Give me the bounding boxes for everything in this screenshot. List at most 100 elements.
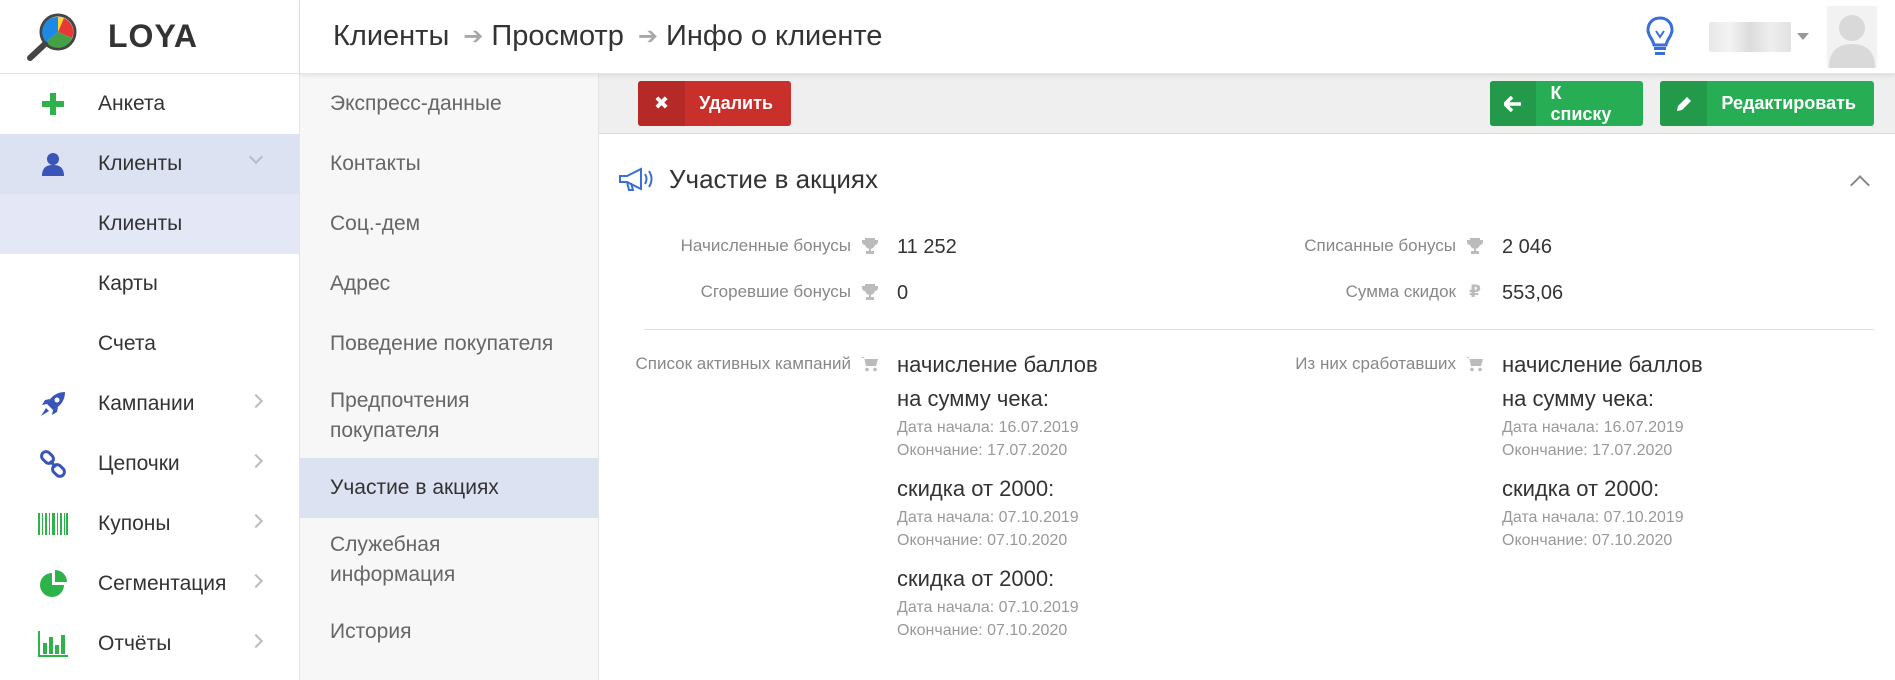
campaign-name: начисление баллов на сумму чека: xyxy=(1502,352,1703,411)
sidebar-item-questionnaire[interactable]: Анкета xyxy=(0,74,299,134)
sidebar-subitem-clients[interactable]: Клиенты xyxy=(0,194,299,254)
spent-bonuses-value: 2 046 xyxy=(1502,236,1553,258)
chevron-right-icon xyxy=(248,633,264,649)
breadcrumb-clients[interactable]: Клиенты xyxy=(333,20,449,53)
sidebar-item-segmentation[interactable]: Сегментация xyxy=(0,554,299,614)
chevron-down-icon[interactable] xyxy=(1797,33,1809,40)
burned-bonuses-value: 0 xyxy=(897,282,909,304)
section-buyer-behavior[interactable]: Поведение покупателя xyxy=(300,314,598,374)
spent-bonuses-label: Списанные бонусы xyxy=(1204,236,1484,256)
campaign-start-date: Дата начала: 16.07.2019 xyxy=(897,419,1079,436)
breadcrumb-client-info: Инфо о клиенте xyxy=(665,20,883,52)
main-content: ✖ Удалить К списку Редактировать Участие… xyxy=(599,74,1895,680)
list-item: начисление баллов на сумму чека: Дата на… xyxy=(897,348,1127,462)
chevron-right-icon xyxy=(248,513,264,529)
campaign-name: скидка от 2000: xyxy=(897,566,1055,591)
spent-bonuses-row: Списанные бонусы 2 046 xyxy=(1204,236,1552,259)
cart-icon xyxy=(861,355,879,373)
collapse-chevron-icon[interactable] xyxy=(1850,175,1870,195)
discount-sum-value: 553,06 xyxy=(1502,282,1564,304)
chain-icon xyxy=(38,449,68,479)
pencil-icon xyxy=(1660,81,1708,126)
megaphone-icon xyxy=(619,166,653,191)
campaign-start-date: Дата начала: 16.07.2019 xyxy=(1502,419,1684,436)
sidebar-subitem-accounts[interactable]: Счета xyxy=(0,314,299,374)
burned-bonuses-row: Сгоревшие бонусы 0 xyxy=(599,282,909,305)
sidebar-item-campaigns[interactable]: Кампании xyxy=(0,374,299,434)
brand-name: LOYA xyxy=(108,18,198,54)
section-express-data[interactable]: Экспресс-данные xyxy=(300,74,598,134)
section-contacts[interactable]: Контакты xyxy=(300,134,598,194)
accrued-bonuses-label: Начисленные бонусы xyxy=(599,236,879,256)
campaign-end-date: Окончание: 07.10.2020 xyxy=(897,532,1068,549)
campaign-start-date: Дата начала: 07.10.2019 xyxy=(1502,509,1684,526)
sidebar: Анкета Клиенты Клиенты Карты Счета Кампа… xyxy=(0,74,300,680)
section-history[interactable]: История xyxy=(300,602,598,662)
campaign-end-date: Окончание: 17.07.2020 xyxy=(897,442,1068,459)
sidebar-item-chains[interactable]: Цепочки xyxy=(0,434,299,494)
sidebar-item-label: Клиенты xyxy=(98,212,183,235)
list-item: скидка от 2000: Дата начала: 07.10.2019 … xyxy=(897,562,1127,642)
active-campaigns-list: начисление баллов на сумму чека: Дата на… xyxy=(897,348,1127,652)
chevron-right-icon xyxy=(248,393,264,409)
lightbulb-icon[interactable] xyxy=(1645,15,1675,59)
chevron-right-icon xyxy=(248,453,264,469)
campaign-end-date: Окончание: 07.10.2020 xyxy=(1502,532,1673,549)
plus-icon xyxy=(38,89,68,119)
delete-button[interactable]: ✖ Удалить xyxy=(638,81,791,126)
sidebar-item-clients[interactable]: Клиенты xyxy=(0,134,299,194)
campaign-end-date: Окончание: 17.07.2020 xyxy=(1502,442,1673,459)
chevron-right-icon xyxy=(248,573,264,589)
campaign-name: начисление баллов на сумму чека: xyxy=(897,352,1098,411)
discount-sum-row: Сумма скидок ₽ 553,06 xyxy=(1204,282,1564,305)
sidebar-item-coupons[interactable]: Купоны xyxy=(0,494,299,554)
sidebar-item-label: Счета xyxy=(98,332,156,355)
triggered-campaigns-label: Из них сработавших xyxy=(1204,354,1484,374)
list-item: скидка от 2000: Дата начала: 07.10.2019 … xyxy=(1502,472,1732,552)
logo-icon xyxy=(27,13,77,61)
triggered-campaigns-row: Из них сработавших начисление баллов на … xyxy=(1204,348,1732,562)
user-name-blurred[interactable] xyxy=(1709,21,1791,52)
sidebar-item-reports[interactable]: Отчёты xyxy=(0,614,299,674)
triggered-campaigns-list: начисление баллов на сумму чека: Дата на… xyxy=(1502,348,1732,562)
active-campaigns-label: Список активных кампаний xyxy=(599,354,879,374)
arrow-right-icon: ➔ xyxy=(463,23,484,50)
sidebar-item-label: Купоны xyxy=(98,512,171,535)
sidebar-item-label: Анкета xyxy=(98,92,166,115)
burned-bonuses-label: Сгоревшие бонусы xyxy=(599,282,879,302)
back-to-list-button[interactable]: К списку xyxy=(1490,81,1643,126)
trophy-icon xyxy=(861,237,879,255)
section-promo-participation[interactable]: Участие в акциях xyxy=(300,458,598,518)
arrow-right-icon: ➔ xyxy=(637,23,658,50)
cart-icon xyxy=(1466,355,1484,373)
sidebar-item-label: Карты xyxy=(98,272,158,295)
campaign-start-date: Дата начала: 07.10.2019 xyxy=(897,599,1079,616)
barcode-icon xyxy=(38,509,68,539)
sidebar-item-label: Отчёты xyxy=(98,632,172,655)
divider xyxy=(644,329,1874,330)
accrued-bonuses-row: Начисленные бонусы 11 252 xyxy=(599,236,957,259)
section-service-info[interactable]: Служебная информация xyxy=(300,518,598,602)
user-icon xyxy=(38,149,68,179)
sidebar-item-label: Кампании xyxy=(98,392,195,415)
arrow-left-icon xyxy=(1490,81,1537,126)
campaign-name: скидка от 2000: xyxy=(897,476,1055,501)
accrued-bonuses-value: 11 252 xyxy=(897,236,957,258)
panel-title: Участие в акциях xyxy=(617,164,878,195)
chevron-down-icon xyxy=(248,149,264,165)
trophy-icon xyxy=(861,283,879,301)
section-address[interactable]: Адрес xyxy=(300,254,598,314)
sidebar-subitem-cards[interactable]: Карты xyxy=(0,254,299,314)
avatar[interactable] xyxy=(1827,5,1877,68)
section-buyer-preferences[interactable]: Предпочтения покупателя xyxy=(300,374,598,458)
active-campaigns-row: Список активных кампаний начисление балл… xyxy=(599,348,1127,652)
bar-chart-icon xyxy=(38,629,68,659)
logo-area[interactable]: LOYA xyxy=(0,0,300,74)
breadcrumb-view[interactable]: Просмотр xyxy=(491,20,623,53)
discount-sum-label: Сумма скидок ₽ xyxy=(1204,282,1484,302)
section-social-demographic[interactable]: Соц.-дем xyxy=(300,194,598,254)
breadcrumb: Клиенты ➔ Просмотр ➔ Инфо о клиенте xyxy=(333,20,882,53)
close-icon: ✖ xyxy=(638,81,686,126)
edit-button[interactable]: Редактировать xyxy=(1660,81,1874,126)
panel-title-text: Участие в акциях xyxy=(669,164,879,194)
